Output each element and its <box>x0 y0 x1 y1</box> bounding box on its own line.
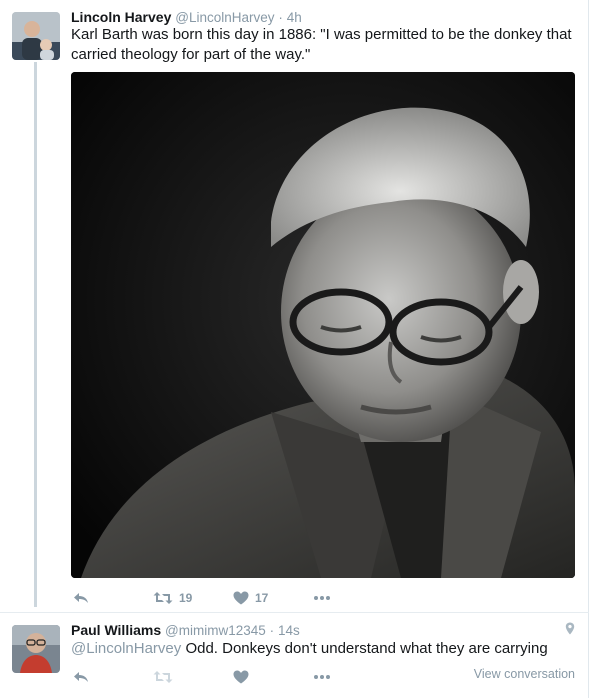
heart-icon <box>233 670 249 684</box>
tweet2-retweet-button[interactable] <box>153 670 233 684</box>
reply-icon <box>73 670 89 684</box>
view-conversation-link[interactable]: View conversation <box>474 667 575 681</box>
tweet2-header: Paul Williams @mimimw12345 · 14s <box>71 622 300 638</box>
reply-icon <box>73 591 89 605</box>
tweet1-retweet-count: 19 <box>179 591 193 605</box>
timeline-frame: Lincoln Harvey @LincolnHarvey · 4h Karl … <box>0 0 589 698</box>
tweet1-text: Karl Barth was born this day in 1886: "I… <box>71 25 572 65</box>
tweet1-retweet-button[interactable]: 19 <box>153 591 233 605</box>
tweet1-author-handle[interactable]: @LincolnHarvey <box>175 10 274 25</box>
more-icon <box>313 595 331 601</box>
avatar-lincoln-harvey[interactable] <box>12 12 60 60</box>
tweet1-author-name[interactable]: Lincoln Harvey <box>71 9 171 25</box>
tweet2-like-button[interactable] <box>233 670 313 684</box>
tweet1-text-line2: carried theology for part of the way." <box>71 46 311 63</box>
tweet1-timestamp[interactable]: 4h <box>287 10 302 25</box>
tweet1-separator: · <box>278 10 283 25</box>
thread-line <box>34 62 37 607</box>
avatar-paul-williams[interactable] <box>12 625 60 673</box>
tweet2-actions <box>73 670 331 684</box>
tweet2-reply-button[interactable] <box>73 670 153 684</box>
tweet-divider <box>0 612 589 613</box>
tweet2-text-body: Odd. Donkeys don't understand what they … <box>181 640 548 657</box>
heart-icon <box>233 591 249 605</box>
tweet2-text: @LincolnHarvey Odd. Donkeys don't unders… <box>71 639 548 659</box>
tweet2-mention-link[interactable]: @LincolnHarvey <box>71 640 181 657</box>
tweet1-photo[interactable] <box>71 72 575 578</box>
tweet1-like-count: 17 <box>255 591 269 605</box>
photo-portrait <box>71 72 575 578</box>
tweet2-more-button[interactable] <box>313 674 331 680</box>
tweet1-actions: 19 17 <box>73 591 331 605</box>
tweet1-text-line1: Karl Barth was born this day in 1886: "I… <box>71 26 572 43</box>
tweet2-separator: · <box>269 623 275 638</box>
tweet1-more-button[interactable] <box>313 595 331 601</box>
retweet-icon <box>153 670 173 684</box>
retweet-icon <box>153 591 173 605</box>
tweet1-like-button[interactable]: 17 <box>233 591 313 605</box>
tweet2-timestamp[interactable]: 14s <box>278 623 300 638</box>
tweet1-reply-button[interactable] <box>73 591 153 605</box>
more-icon <box>313 674 331 680</box>
tweet2-author-name[interactable]: Paul Williams <box>71 622 161 638</box>
tweet1-header: Lincoln Harvey @LincolnHarvey · 4h <box>71 9 302 25</box>
tweet2-author-handle[interactable]: @mimimw12345 <box>165 623 266 638</box>
location-pin-icon[interactable] <box>565 622 575 640</box>
